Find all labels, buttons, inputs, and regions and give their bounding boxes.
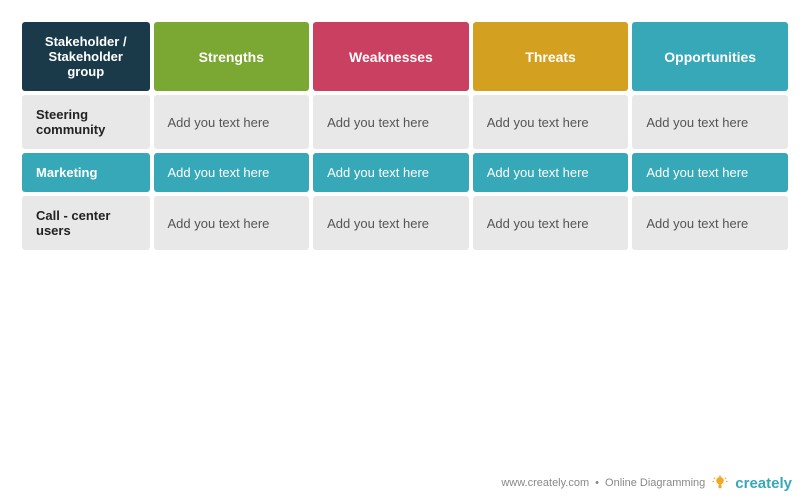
th-weaknesses: Weaknesses [313, 22, 469, 91]
th-strengths: Strengths [154, 22, 310, 91]
th-opportunities: Opportunities [632, 22, 788, 91]
cell-2: Add you text here [473, 196, 629, 250]
footer-separator: • [595, 477, 599, 489]
cell-1: Add you text here [313, 153, 469, 192]
cell-0: Add you text here [154, 196, 310, 250]
main-container: Stakeholder / Stakeholder group Strength… [0, 0, 810, 470]
row-label: Call - center users [22, 196, 150, 250]
bulb-icon [711, 474, 729, 492]
table-row: MarketingAdd you text hereAdd you text h… [22, 153, 788, 192]
th-stakeholder: Stakeholder / Stakeholder group [22, 22, 150, 91]
table-row: Steering communityAdd you text hereAdd y… [22, 95, 788, 149]
footer: www.creately.com • Online Diagramming cr… [0, 470, 810, 500]
row-label: Marketing [22, 153, 150, 192]
cell-0: Add you text here [154, 95, 310, 149]
row-label: Steering community [22, 95, 150, 149]
footer-tagline: Online Diagramming [605, 477, 705, 489]
cell-3: Add you text here [632, 153, 788, 192]
footer-url: www.creately.com [501, 477, 589, 489]
cell-3: Add you text here [632, 95, 788, 149]
th-threats: Threats [473, 22, 629, 91]
brand-name: creately [735, 475, 792, 492]
cell-1: Add you text here [313, 196, 469, 250]
cell-2: Add you text here [473, 95, 629, 149]
table-row: Call - center usersAdd you text hereAdd … [22, 196, 788, 250]
header-row: Stakeholder / Stakeholder group Strength… [22, 22, 788, 91]
cell-0: Add you text here [154, 153, 310, 192]
cell-3: Add you text here [632, 196, 788, 250]
cell-2: Add you text here [473, 153, 629, 192]
cell-1: Add you text here [313, 95, 469, 149]
swot-table: Stakeholder / Stakeholder group Strength… [18, 18, 792, 254]
